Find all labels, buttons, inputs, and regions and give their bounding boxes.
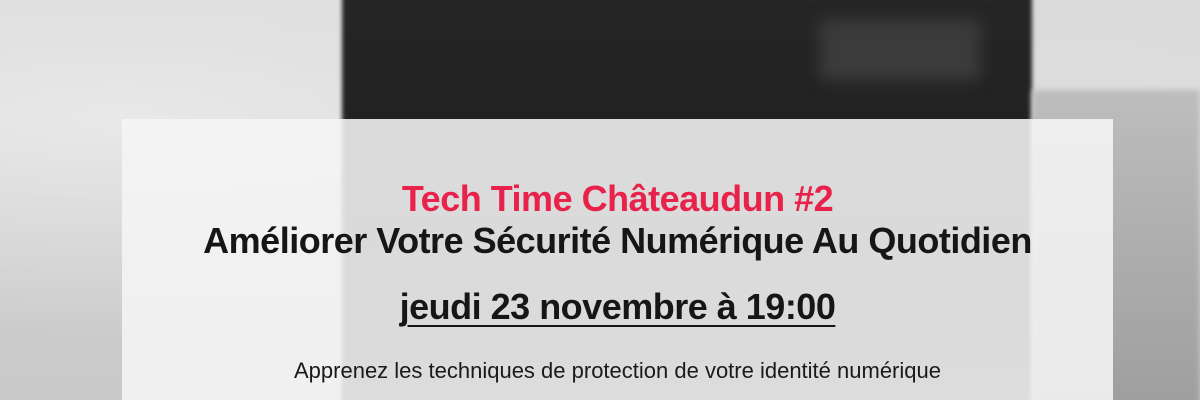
event-info-content: Tech Time Châteaudun #2 Améliorer Votre …: [122, 177, 1113, 385]
event-info-card: Tech Time Châteaudun #2 Améliorer Votre …: [122, 119, 1113, 400]
event-date: jeudi 23 novembre à 19:00: [399, 286, 836, 327]
background-laptop-reflection: [820, 20, 980, 80]
event-series-title: Tech Time Châteaudun #2: [401, 178, 834, 219]
event-description: Apprenez les techniques de protection de…: [294, 358, 941, 383]
event-title: Améliorer Votre Sécurité Numérique Au Qu…: [203, 220, 1032, 261]
event-hero-banner: Tech Time Châteaudun #2 Améliorer Votre …: [0, 0, 1200, 400]
